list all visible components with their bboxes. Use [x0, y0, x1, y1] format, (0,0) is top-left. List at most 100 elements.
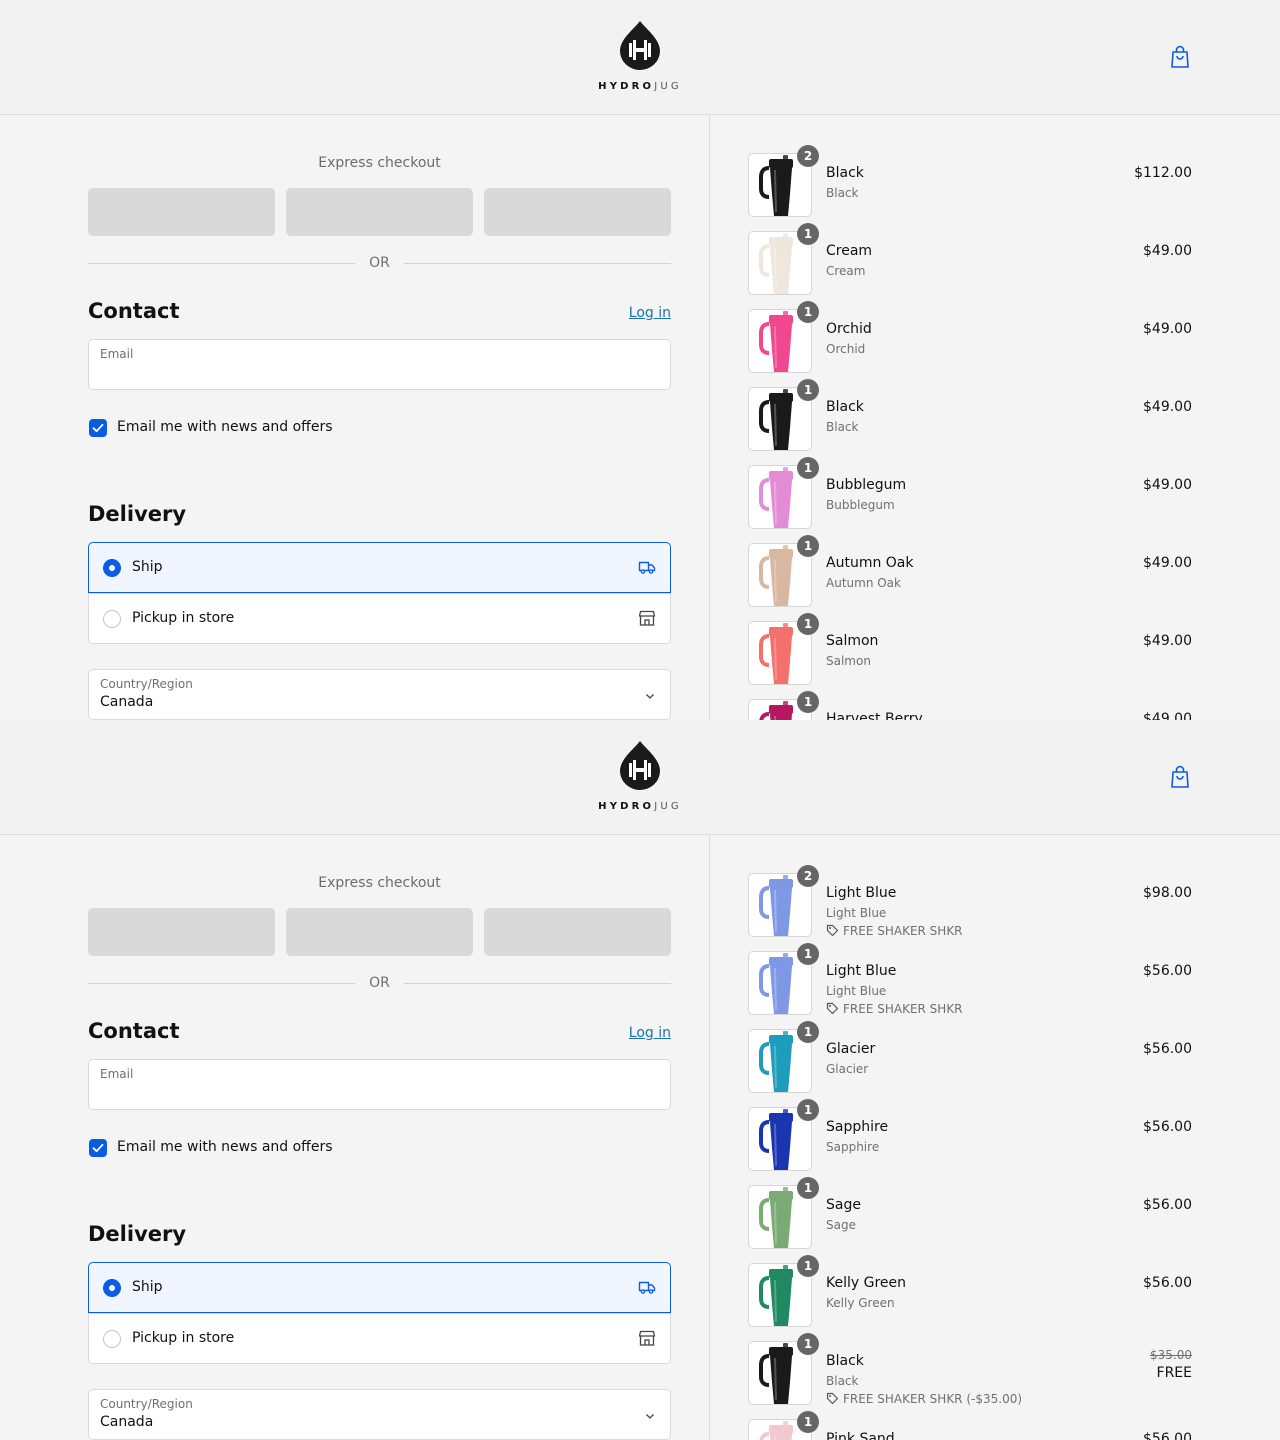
- order-summary: 2 Light Blue Light Blue FREE SHAKER SHKR $98…: [710, 835, 1280, 1440]
- login-link[interactable]: Log in: [620, 305, 671, 321]
- pickup-radio[interactable]: [103, 610, 121, 628]
- express-pay-button-3[interactable]: [484, 908, 671, 956]
- product-name: Cream: [826, 243, 873, 259]
- hydrojug-logo-icon: [620, 21, 660, 70]
- divider: [88, 263, 355, 264]
- express-pay-button-1[interactable]: [88, 188, 275, 236]
- country-select[interactable]: Country/Region Canada: [88, 1389, 671, 1440]
- product-name: Salmon: [826, 633, 879, 649]
- product-variant: Black: [826, 186, 859, 200]
- quantity-badge: 1: [797, 1099, 819, 1121]
- express-pay-button-3[interactable]: [484, 188, 671, 236]
- logo[interactable]: HYDROJUG: [590, 20, 690, 96]
- ship-radio[interactable]: [103, 559, 121, 577]
- quantity-badge: 2: [797, 145, 819, 167]
- divider: [88, 983, 355, 984]
- discount-label: FREE SHAKER SHKR: [826, 924, 963, 938]
- product-name: Glacier: [826, 1041, 876, 1057]
- logo[interactable]: HYDROJUG: [590, 740, 690, 816]
- product-name: Black: [826, 399, 864, 415]
- product-name: Black: [826, 1353, 864, 1369]
- truck-icon: [638, 561, 656, 574]
- hydrojug-logo-icon: [620, 741, 660, 790]
- product-variant: Bubblegum: [826, 498, 895, 512]
- line-item: 1 Autumn Oak Autumn Oak $49.00: [748, 535, 1192, 609]
- logo-wordmark: HYDROJUG: [598, 801, 682, 812]
- line-item: 1 Kelly Green Kelly Green $56.00: [748, 1255, 1192, 1329]
- product-name: Sage: [826, 1197, 861, 1213]
- product-variant: Sapphire: [826, 1140, 880, 1154]
- line-price: $112.00: [1134, 165, 1192, 181]
- express-pay-button-2[interactable]: [286, 908, 473, 956]
- product-variant: Autumn Oak: [826, 576, 901, 590]
- delivery-title: Delivery: [88, 1222, 187, 1246]
- delivery-option-ship[interactable]: Ship: [88, 1262, 671, 1313]
- login-link[interactable]: Log in: [620, 1025, 671, 1041]
- quantity-badge: 1: [797, 1411, 819, 1433]
- product-variant: Salmon: [826, 654, 871, 668]
- line-item: 1 Harvest Berry $49.00: [748, 691, 1192, 720]
- country-select-value: Canada: [100, 1414, 154, 1430]
- shopping-bag-icon[interactable]: [1168, 764, 1192, 790]
- quantity-badge: 1: [797, 379, 819, 401]
- pickup-radio[interactable]: [103, 1330, 121, 1348]
- ship-label: Ship: [132, 1279, 163, 1295]
- quantity-badge: 1: [797, 1021, 819, 1043]
- product-name: Sapphire: [826, 1119, 889, 1135]
- line-price: $56.00: [1143, 1197, 1192, 1213]
- tag-icon: [826, 924, 839, 937]
- ship-label: Ship: [132, 559, 163, 575]
- quantity-badge: 1: [797, 301, 819, 323]
- pickup-label: Pickup in store: [132, 1330, 235, 1346]
- delivery-option-pickup[interactable]: Pickup in store: [88, 1313, 671, 1364]
- line-item: 1 Glacier Glacier $56.00: [748, 1021, 1192, 1095]
- line-price: $49.00: [1143, 243, 1192, 259]
- line-price: $56.00: [1143, 1275, 1192, 1291]
- ship-radio[interactable]: [103, 1279, 121, 1297]
- pickup-label: Pickup in store: [132, 610, 235, 626]
- contact-title: Contact: [88, 299, 180, 323]
- line-item: 1 Pink Sand $56.00: [748, 1411, 1192, 1440]
- marketing-checkbox[interactable]: [89, 1139, 107, 1157]
- quantity-badge: 1: [797, 223, 819, 245]
- line-price: $49.00: [1143, 477, 1192, 493]
- product-name: Orchid: [826, 321, 872, 337]
- line-price: FREE: [1156, 1365, 1192, 1381]
- quantity-badge: 2: [797, 865, 819, 887]
- product-name: Autumn Oak: [826, 555, 914, 571]
- check-icon: [92, 423, 104, 433]
- line-price: $49.00: [1143, 399, 1192, 415]
- email-field[interactable]: Email: [88, 339, 671, 390]
- quantity-badge: 1: [797, 943, 819, 965]
- country-select-label: Country/Region: [100, 1397, 193, 1411]
- email-field[interactable]: Email: [88, 1059, 671, 1110]
- header: HYDROJUG: [0, 720, 1280, 835]
- quantity-badge: 1: [797, 613, 819, 635]
- country-select[interactable]: Country/Region Canada: [88, 669, 671, 720]
- marketing-checkbox[interactable]: [89, 419, 107, 437]
- express-pay-button-2[interactable]: [286, 188, 473, 236]
- line-price: $49.00: [1143, 711, 1192, 720]
- marketing-checkbox-label: Email me with news and offers: [117, 1139, 333, 1155]
- product-name: Black: [826, 165, 864, 181]
- shopping-bag-icon[interactable]: [1168, 44, 1192, 70]
- contact-title: Contact: [88, 1019, 180, 1043]
- line-item: 1 Bubblegum Bubblegum $49.00: [748, 457, 1192, 531]
- tag-icon: [826, 1002, 839, 1015]
- product-variant: Black: [826, 1374, 859, 1388]
- line-item: 1 Black Black $49.00: [748, 379, 1192, 453]
- line-item: 1 Orchid Orchid $49.00: [748, 301, 1192, 375]
- quantity-badge: 1: [797, 691, 819, 713]
- quantity-badge: 1: [797, 1255, 819, 1277]
- line-item: 2 Light Blue Light Blue FREE SHAKER SHKR $98…: [748, 865, 1192, 939]
- product-variant: Light Blue: [826, 984, 887, 998]
- checkout-view-top: HYDROJUG Express checkout OR Contact Log…: [0, 0, 1280, 720]
- product-name: Harvest Berry: [826, 711, 923, 720]
- marketing-checkbox-label: Email me with news and offers: [117, 419, 333, 435]
- delivery-option-ship[interactable]: Ship: [88, 542, 671, 593]
- delivery-option-pickup[interactable]: Pickup in store: [88, 593, 671, 644]
- express-pay-button-1[interactable]: [88, 908, 275, 956]
- line-item: 1 Sapphire Sapphire $56.00: [748, 1099, 1192, 1173]
- checkout-form: Express checkout OR Contact Log in Email…: [0, 115, 710, 720]
- quantity-badge: 1: [797, 1177, 819, 1199]
